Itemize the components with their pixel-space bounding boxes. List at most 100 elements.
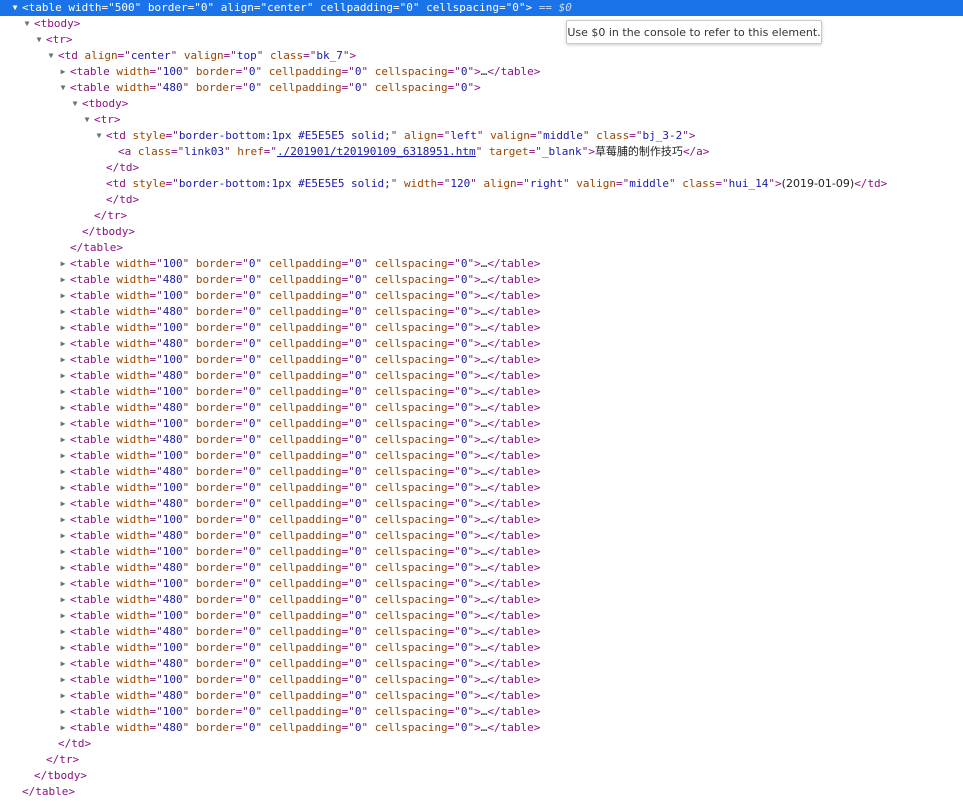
collapsed-triangle-icon[interactable]: ▶ (58, 368, 68, 384)
collapsed-triangle-icon[interactable]: ▶ (58, 272, 68, 288)
dom-node-line[interactable]: ▶ <table width="100" border="0" cellpaddi… (0, 672, 963, 688)
expanded-triangle-icon[interactable]: ▼ (82, 112, 92, 128)
collapsed-triangle-icon[interactable]: ▶ (58, 480, 68, 496)
dom-node-line[interactable]: ▶ <table width="480" border="0" cellpaddi… (0, 336, 963, 352)
collapsed-triangle-icon[interactable]: ▶ (58, 528, 68, 544)
attribute-value: 0 (248, 257, 256, 270)
attribute-quote: " (182, 561, 190, 574)
dom-node-line[interactable]: ▶ <table width="480" border="0" cellpaddi… (0, 368, 963, 384)
collapsed-triangle-icon[interactable]: ▶ (58, 608, 68, 624)
attribute-quote: =" (447, 305, 461, 318)
collapsed-triangle-icon[interactable]: ▶ (58, 704, 68, 720)
dom-node-line[interactable]: ▶ <table width="100" border="0" cellpaddi… (0, 544, 963, 560)
expanded-triangle-icon[interactable]: ▼ (22, 16, 32, 32)
dom-node-line[interactable]: ▶ <table width="480" border="0" cellpaddi… (0, 528, 963, 544)
attribute-quote: =" (149, 321, 163, 334)
collapsed-triangle-icon[interactable]: ▶ (58, 512, 68, 528)
attribute-name: width (116, 625, 150, 638)
collapsed-triangle-icon[interactable]: ▶ (58, 672, 68, 688)
collapsed-triangle-icon[interactable]: ▶ (58, 576, 68, 592)
dom-node-line[interactable]: ▶ <table width="100" border="0" cellpaddi… (0, 416, 963, 432)
dom-node-line[interactable]: <a class="link03" href="./201901/t201901… (0, 144, 963, 160)
tag-bracket: > (474, 65, 481, 78)
collapsed-triangle-icon[interactable]: ▶ (58, 336, 68, 352)
dom-node-line[interactable]: ▶ <table width="480" border="0" cellpaddi… (0, 496, 963, 512)
dom-node-line[interactable]: ▶ <table width="100" border="0" cellpaddi… (0, 608, 963, 624)
dom-node-line[interactable]: ▶ <table width="100" border="0" cellpaddi… (0, 704, 963, 720)
collapsed-triangle-icon[interactable]: ▶ (58, 720, 68, 736)
dom-node-line[interactable]: ▶ <table width="100" border="0" cellpaddi… (0, 352, 963, 368)
dom-node-line[interactable]: ▼ <tr> (0, 112, 963, 128)
collapsed-triangle-icon[interactable]: ▶ (58, 560, 68, 576)
dom-node-line[interactable]: ▶ <table width="100" border="0" cellpaddi… (0, 640, 963, 656)
dom-node-line[interactable]: ▼ <tbody> (0, 96, 963, 112)
collapsed-triangle-icon[interactable]: ▶ (58, 688, 68, 704)
collapsed-triangle-icon[interactable]: ▶ (58, 592, 68, 608)
dom-node-line[interactable]: ▶ <table width="100" border="0" cellpaddi… (0, 512, 963, 528)
dom-node-line[interactable]: ▶ <table width="100" border="0" cellpaddi… (0, 448, 963, 464)
collapsed-triangle-icon[interactable]: ▶ (58, 448, 68, 464)
closing-tag: </table> (487, 65, 541, 78)
dom-node-line[interactable]: ▶ <table width="100" border="0" cellpaddi… (0, 576, 963, 592)
collapsed-triangle-icon[interactable]: ▶ (58, 432, 68, 448)
attribute-name: width (116, 417, 150, 430)
dom-node-line[interactable]: </td> (0, 192, 963, 208)
dom-node-line[interactable]: ▶ <table width="480" border="0" cellpaddi… (0, 592, 963, 608)
dom-node-line[interactable]: ▶ <table width="480" border="0" cellpaddi… (0, 624, 963, 640)
dom-node-line[interactable]: ▼ <table width="500" border="0" align="ce… (0, 0, 963, 16)
expanded-triangle-icon[interactable]: ▼ (34, 32, 44, 48)
dom-node-line[interactable]: ▼ <table width="480" border="0" cellpaddi… (0, 80, 963, 96)
dom-node-line[interactable]: ▶ <table width="480" border="0" cellpaddi… (0, 720, 963, 736)
dom-node-line[interactable]: </td> (0, 160, 963, 176)
collapsed-triangle-icon[interactable]: ▶ (58, 384, 68, 400)
dom-node-line[interactable]: <td style="border-bottom:1px #E5E5E5 sol… (0, 176, 963, 192)
expanded-triangle-icon[interactable]: ▼ (58, 80, 68, 96)
dom-node-line[interactable]: ▶ <table width="100" border="0" cellpaddi… (0, 480, 963, 496)
collapsed-triangle-icon[interactable]: ▶ (58, 256, 68, 272)
collapsed-triangle-icon[interactable]: ▶ (58, 320, 68, 336)
dom-node-line[interactable]: ▶ <table width="100" border="0" cellpaddi… (0, 288, 963, 304)
dom-node-line[interactable]: ▶ <table width="480" border="0" cellpaddi… (0, 304, 963, 320)
dom-node-line[interactable]: </td> (0, 736, 963, 752)
collapsed-triangle-icon[interactable]: ▶ (58, 304, 68, 320)
expanded-triangle-icon[interactable]: ▼ (46, 48, 56, 64)
dom-node-line[interactable]: ▶ <table width="480" border="0" cellpaddi… (0, 272, 963, 288)
dom-node-line[interactable]: </tr> (0, 208, 963, 224)
dom-node-line[interactable]: ▶ <table width="480" border="0" cellpaddi… (0, 688, 963, 704)
collapsed-triangle-icon[interactable]: ▶ (58, 464, 68, 480)
dom-node-line[interactable]: ▼ <td style="border-bottom:1px #E5E5E5 so… (0, 128, 963, 144)
attribute-value: 0 (248, 609, 256, 622)
collapsed-triangle-icon[interactable]: ▶ (58, 352, 68, 368)
collapsed-triangle-icon[interactable]: ▶ (58, 544, 68, 560)
attribute-value: 0 (248, 689, 256, 702)
dom-node-line[interactable]: ▶ <table width="480" border="0" cellpaddi… (0, 400, 963, 416)
dom-node-line[interactable]: ▶ <table width="480" border="0" cellpaddi… (0, 656, 963, 672)
dom-node-line[interactable]: ▶ <table width="100" border="0" cellpaddi… (0, 64, 963, 80)
collapsed-triangle-icon[interactable]: ▶ (58, 624, 68, 640)
collapsed-triangle-icon[interactable]: ▶ (58, 640, 68, 656)
collapsed-triangle-icon[interactable]: ▶ (58, 64, 68, 80)
collapsed-triangle-icon[interactable]: ▶ (58, 416, 68, 432)
dom-node-line[interactable]: </tbody> (0, 768, 963, 784)
dom-node-line[interactable]: ▶ <table width="100" border="0" cellpaddi… (0, 320, 963, 336)
dom-node-line[interactable]: ▼ <td align="center" valign="top" class="… (0, 48, 963, 64)
dom-node-line[interactable]: ▶ <table width="100" border="0" cellpaddi… (0, 384, 963, 400)
collapsed-triangle-icon[interactable]: ▶ (58, 496, 68, 512)
dom-node-line[interactable]: </tr> (0, 752, 963, 768)
expanded-triangle-icon[interactable]: ▼ (70, 96, 80, 112)
dom-node-line[interactable]: </table> (0, 240, 963, 256)
dom-node-line[interactable]: </tbody> (0, 224, 963, 240)
closing-tag: </table> (487, 593, 541, 606)
dom-node-line[interactable]: ▶ <table width="480" border="0" cellpaddi… (0, 464, 963, 480)
expanded-triangle-icon[interactable]: ▼ (10, 0, 20, 16)
dom-node-line[interactable]: </table> (0, 784, 963, 800)
dom-node-line[interactable]: ▶ <table width="480" border="0" cellpaddi… (0, 560, 963, 576)
dom-node-line[interactable]: ▶ <table width="100" border="0" cellpaddi… (0, 256, 963, 272)
collapsed-triangle-icon[interactable]: ▶ (58, 400, 68, 416)
dom-node-line[interactable]: ▶ <table width="480" border="0" cellpaddi… (0, 432, 963, 448)
attribute-quote: " (182, 673, 190, 686)
expanded-triangle-icon[interactable]: ▼ (94, 128, 104, 144)
collapsed-triangle-icon[interactable]: ▶ (58, 288, 68, 304)
collapsed-triangle-icon[interactable]: ▶ (58, 656, 68, 672)
selected-node-marker: == $0 (532, 1, 572, 14)
